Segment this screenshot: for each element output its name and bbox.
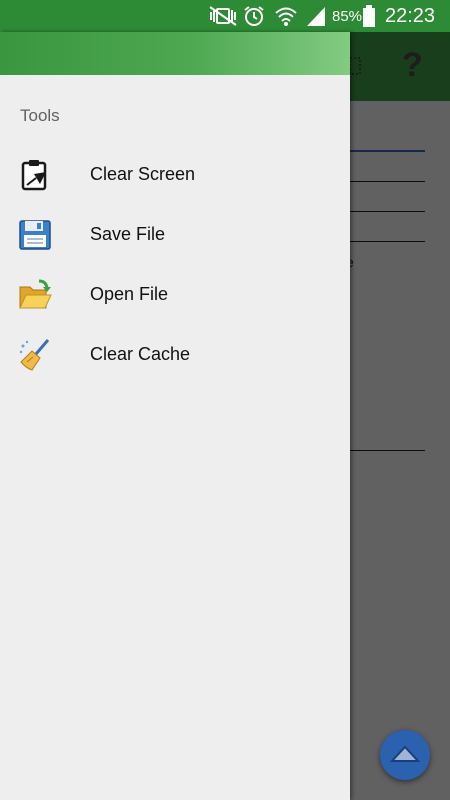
signal-icon xyxy=(307,7,325,26)
menu-item-save-file[interactable]: Save File xyxy=(0,205,350,265)
chevron-up-icon xyxy=(390,745,420,762)
drawer-header xyxy=(0,32,350,75)
menu-item-label: Save File xyxy=(90,224,166,244)
help-icon[interactable]: ? xyxy=(402,46,423,85)
status-time: 22:23 xyxy=(385,5,436,27)
menu-item-label: Clear Screen xyxy=(90,164,196,184)
alarm-icon xyxy=(244,6,264,26)
status-bar: 85% 22:23 xyxy=(0,0,450,32)
floppy-disk-icon xyxy=(19,220,51,250)
menu-item-open-file[interactable]: Open File xyxy=(0,265,350,325)
mute-vibrate-icon xyxy=(209,6,237,26)
wifi-icon xyxy=(275,7,297,26)
scroll-up-button[interactable] xyxy=(380,730,430,780)
broom-icon xyxy=(19,339,50,371)
menu-item-label: Open File xyxy=(90,284,169,304)
clipboard-clear-icon xyxy=(21,160,47,191)
open-folder-icon xyxy=(19,279,52,309)
menu-item-clear-screen[interactable]: Clear Screen xyxy=(0,145,350,205)
battery-icon xyxy=(363,5,375,27)
menu-item-clear-cache[interactable]: Clear Cache xyxy=(0,325,350,385)
battery-percentage: 85% xyxy=(332,8,363,25)
drawer-section-title: Tools xyxy=(20,106,60,125)
navigation-drawer: Tools Clear Screen Save File Open File C… xyxy=(0,32,350,800)
menu-item-label: Clear Cache xyxy=(90,344,191,364)
